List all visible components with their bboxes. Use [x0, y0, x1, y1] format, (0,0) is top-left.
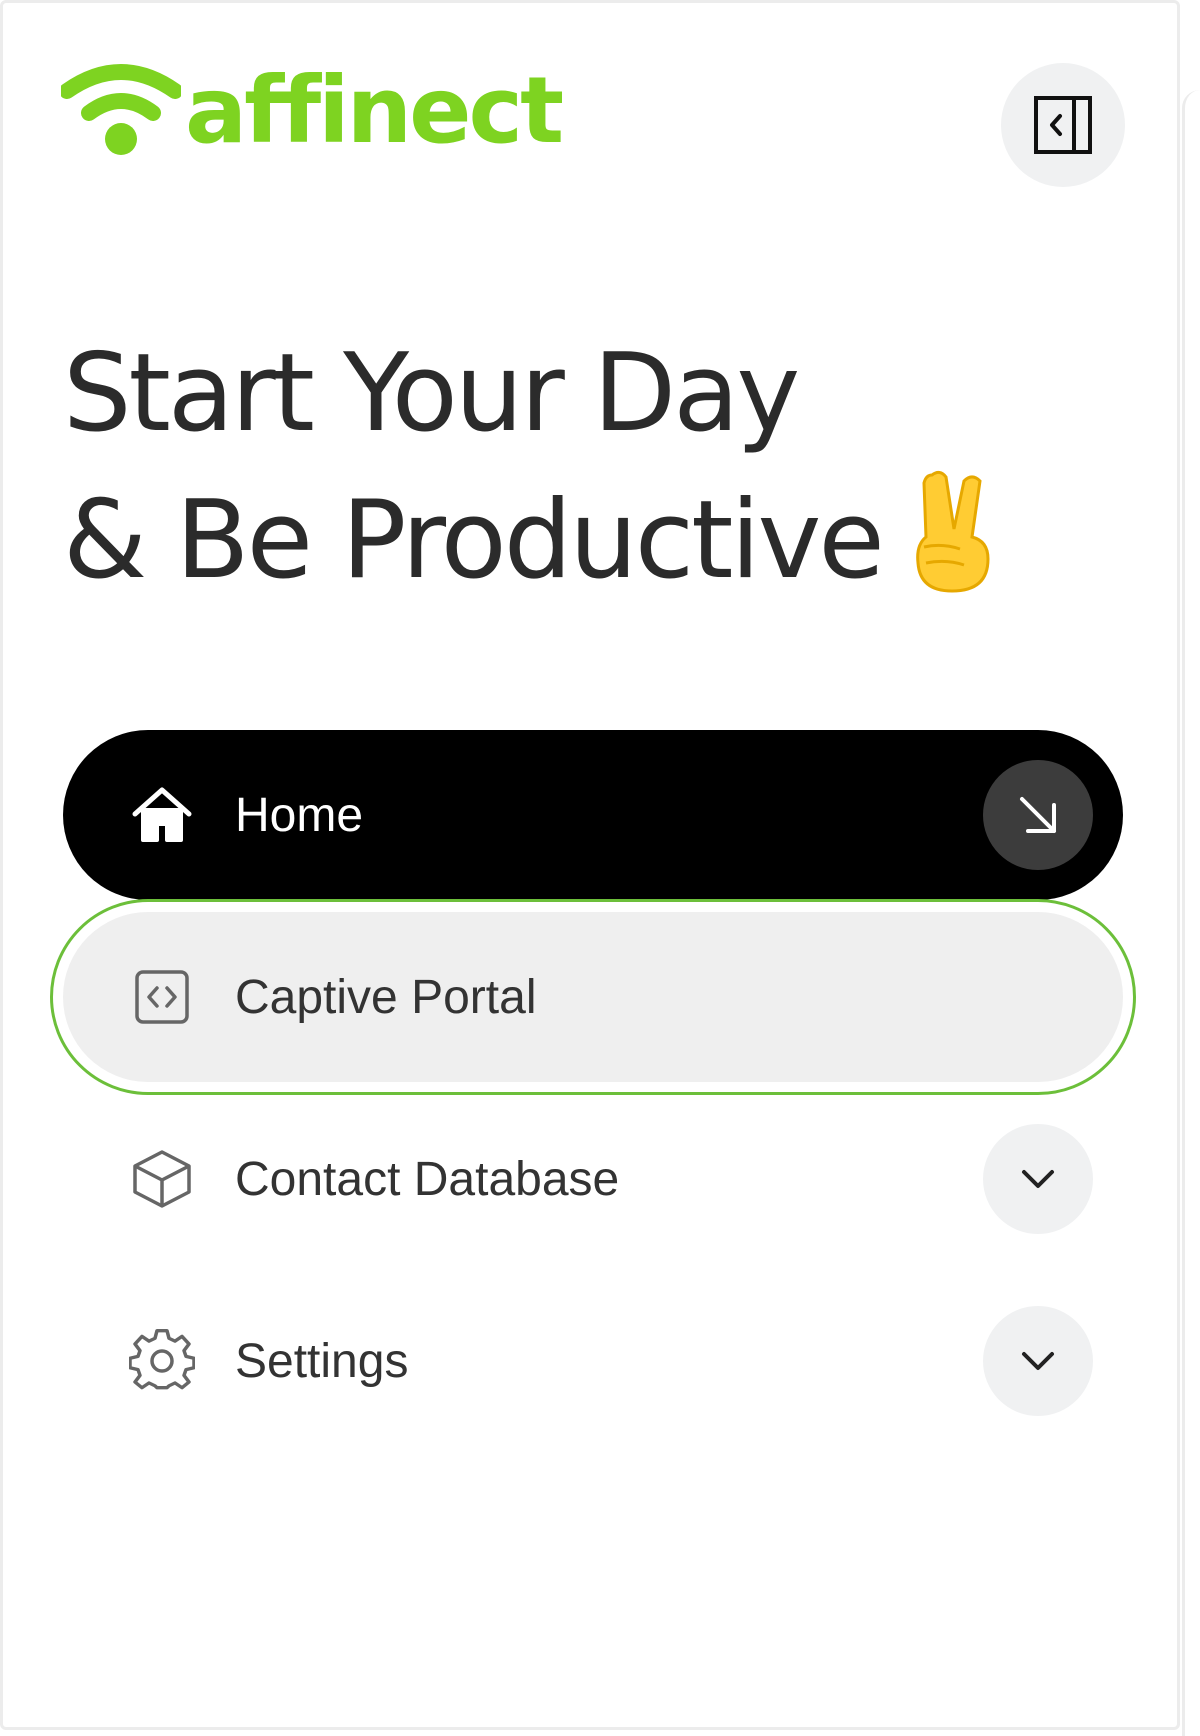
home-icon	[132, 787, 192, 842]
page-headline: Start Your Day & Be Productive	[63, 321, 1163, 614]
contact-database-expand-button[interactable]	[983, 1124, 1093, 1234]
arrow-down-right-icon	[1020, 797, 1056, 833]
nav-item-home[interactable]: Home	[63, 730, 1123, 900]
headline-line-1: Start Your Day	[63, 331, 800, 456]
gear-icon	[129, 1329, 195, 1390]
headline-line-2-text: & Be Productive	[63, 478, 885, 603]
chevron-down-icon	[1022, 1352, 1054, 1370]
home-open-button[interactable]	[983, 760, 1093, 870]
code-icon	[135, 970, 189, 1024]
main-nav: Home Captive Portal Contact Database Set…	[50, 730, 1136, 1458]
logo-text: affinect	[185, 57, 564, 164]
nav-label-home: Home	[235, 788, 364, 842]
nav-label-settings: Settings	[235, 1334, 409, 1388]
chevron-down-icon	[1022, 1170, 1054, 1188]
settings-expand-button[interactable]	[983, 1306, 1093, 1416]
sidebar-collapse-icon	[1034, 96, 1092, 154]
nav-item-contact-database[interactable]: Contact Database	[63, 1094, 1123, 1264]
wifi-logo-icon	[61, 64, 181, 155]
sidebar: affinect Start Your Day & Be Productive …	[0, 0, 1180, 1730]
victory-hand-icon	[916, 470, 990, 593]
nav-item-settings[interactable]: Settings	[63, 1276, 1123, 1446]
nav-label-contact-database: Contact Database	[235, 1152, 620, 1206]
nav-item-captive-portal[interactable]: Captive Portal	[50, 899, 1136, 1095]
content-panel-edge	[1182, 90, 1200, 1736]
logo[interactable]: affinect	[61, 57, 564, 164]
cube-icon	[133, 1150, 191, 1208]
sidebar-collapse-button[interactable]	[1001, 63, 1125, 187]
headline-line-2: & Be Productive	[63, 467, 1163, 614]
nav-label-captive-portal: Captive Portal	[235, 970, 537, 1024]
